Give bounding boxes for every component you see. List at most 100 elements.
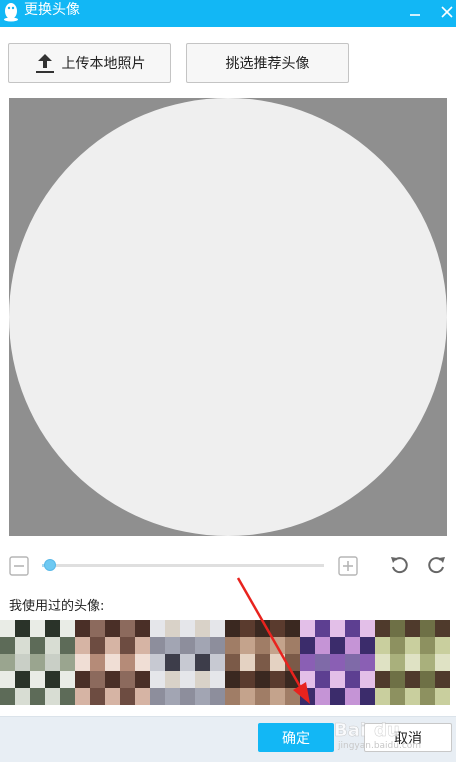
- avatar-mosaic-pixel: [105, 620, 120, 637]
- avatar-mosaic-pixel: [315, 671, 330, 688]
- avatar-mosaic-pixel: [360, 654, 375, 671]
- avatar-mosaic-pixel: [210, 620, 225, 637]
- avatar-mosaic-pixel: [405, 654, 420, 671]
- avatar-mosaic-pixel: [330, 688, 345, 705]
- avatar-mosaic-pixel: [45, 637, 60, 654]
- avatar-mosaic-pixel: [345, 671, 360, 688]
- avatar-mosaic-pixel: [60, 620, 75, 637]
- avatar-mosaic-pixel: [195, 654, 210, 671]
- recommend-button-label: 挑选推荐头像: [225, 56, 310, 72]
- rotate-right-icon[interactable]: [427, 555, 447, 575]
- used-avatar-thumbnail[interactable]: [300, 620, 375, 705]
- avatar-mosaic-pixel: [225, 654, 240, 671]
- confirm-button[interactable]: 确定: [258, 723, 334, 752]
- avatar-mosaic-pixel: [300, 620, 315, 637]
- avatar-mosaic-pixel: [150, 671, 165, 688]
- zoom-slider-track[interactable]: [42, 564, 324, 567]
- avatar-mosaic-pixel: [75, 654, 90, 671]
- avatar-mosaic-pixel: [30, 671, 45, 688]
- avatar-mosaic-pixel: [360, 637, 375, 654]
- used-avatar-thumbnail[interactable]: [75, 620, 150, 705]
- used-avatar-thumbnail[interactable]: [150, 620, 225, 705]
- zoom-slider-thumb[interactable]: [43, 559, 56, 571]
- avatar-mosaic-pixel: [420, 671, 435, 688]
- avatar-mosaic-pixel: [255, 637, 270, 654]
- avatar-mosaic-pixel: [270, 671, 285, 688]
- zoom-in-icon[interactable]: [338, 556, 358, 576]
- avatar-mosaic-pixel: [30, 654, 45, 671]
- qq-penguin-icon: [4, 3, 18, 22]
- close-button[interactable]: [438, 3, 456, 21]
- svg-text:Bai: Bai: [334, 720, 366, 741]
- used-avatar-thumbnail[interactable]: [375, 620, 450, 705]
- avatar-mosaic-pixel: [90, 688, 105, 705]
- window-title: 更换头像: [24, 2, 80, 18]
- avatar-mosaic-pixel: [195, 671, 210, 688]
- avatar-mosaic-pixel: [15, 688, 30, 705]
- avatar-mosaic-pixel: [75, 671, 90, 688]
- avatar-mosaic-pixel: [315, 620, 330, 637]
- avatar-mosaic-pixel: [420, 688, 435, 705]
- used-avatars-label: 我使用过的头像:: [9, 599, 105, 614]
- avatar-mosaic-pixel: [0, 637, 15, 654]
- avatar-mosaic-pixel: [255, 688, 270, 705]
- avatar-mosaic-pixel: [390, 671, 405, 688]
- avatar-mosaic-pixel: [375, 671, 390, 688]
- avatar-mosaic-pixel: [165, 671, 180, 688]
- avatar-mosaic-pixel: [195, 637, 210, 654]
- avatar-mosaic-pixel: [165, 654, 180, 671]
- avatar-mosaic-pixel: [435, 654, 450, 671]
- avatar-mosaic-pixel: [300, 688, 315, 705]
- avatar-mosaic-pixel: [135, 688, 150, 705]
- avatar-mosaic-pixel: [330, 654, 345, 671]
- avatar-mosaic-pixel: [105, 671, 120, 688]
- used-avatar-thumbnail[interactable]: [225, 620, 300, 705]
- avatar-mosaic-pixel: [405, 671, 420, 688]
- svg-text:du: du: [374, 720, 400, 741]
- avatar-mosaic-pixel: [15, 671, 30, 688]
- avatar-mosaic-pixel: [180, 637, 195, 654]
- avatar-mosaic-pixel: [180, 654, 195, 671]
- rotate-left-icon[interactable]: [389, 555, 409, 575]
- used-avatar-thumbnail[interactable]: [0, 620, 75, 705]
- avatar-crop-area[interactable]: [9, 98, 447, 536]
- pick-recommended-avatar-button[interactable]: 挑选推荐头像: [186, 43, 349, 83]
- avatar-mosaic-pixel: [60, 688, 75, 705]
- minimize-button[interactable]: [406, 3, 424, 21]
- avatar-mosaic-pixel: [120, 688, 135, 705]
- avatar-mosaic-pixel: [225, 688, 240, 705]
- avatar-mosaic-pixel: [240, 637, 255, 654]
- avatar-mosaic-pixel: [45, 671, 60, 688]
- baidu-watermark: Bai du jingyan.baidu.com: [334, 720, 421, 751]
- avatar-preview-circle: [9, 98, 447, 536]
- avatar-mosaic-pixel: [435, 688, 450, 705]
- avatar-mosaic-pixel: [345, 620, 360, 637]
- avatar-mosaic-pixel: [375, 654, 390, 671]
- avatar-mosaic-pixel: [225, 620, 240, 637]
- avatar-mosaic-pixel: [285, 671, 300, 688]
- avatar-mosaic-pixel: [390, 654, 405, 671]
- avatar-mosaic-pixel: [30, 637, 45, 654]
- avatar-mosaic-pixel: [120, 671, 135, 688]
- confirm-button-label: 确定: [282, 730, 310, 747]
- avatar-mosaic-pixel: [360, 688, 375, 705]
- avatar-mosaic-pixel: [60, 671, 75, 688]
- avatar-mosaic-pixel: [315, 637, 330, 654]
- avatar-mosaic-pixel: [90, 671, 105, 688]
- upload-local-photo-button[interactable]: 上传本地照片: [8, 43, 171, 83]
- avatar-mosaic-pixel: [30, 620, 45, 637]
- avatar-mosaic-pixel: [120, 620, 135, 637]
- avatar-mosaic-pixel: [360, 620, 375, 637]
- avatar-mosaic-pixel: [300, 671, 315, 688]
- avatar-mosaic-pixel: [435, 671, 450, 688]
- avatar-mosaic-pixel: [225, 637, 240, 654]
- zoom-out-icon[interactable]: [9, 556, 29, 576]
- avatar-mosaic-pixel: [0, 688, 15, 705]
- avatar-mosaic-pixel: [285, 654, 300, 671]
- avatar-mosaic-pixel: [165, 688, 180, 705]
- avatar-mosaic-pixel: [375, 637, 390, 654]
- avatar-mosaic-pixel: [285, 688, 300, 705]
- avatar-mosaic-pixel: [60, 654, 75, 671]
- avatar-mosaic-pixel: [330, 637, 345, 654]
- avatar-mosaic-pixel: [435, 637, 450, 654]
